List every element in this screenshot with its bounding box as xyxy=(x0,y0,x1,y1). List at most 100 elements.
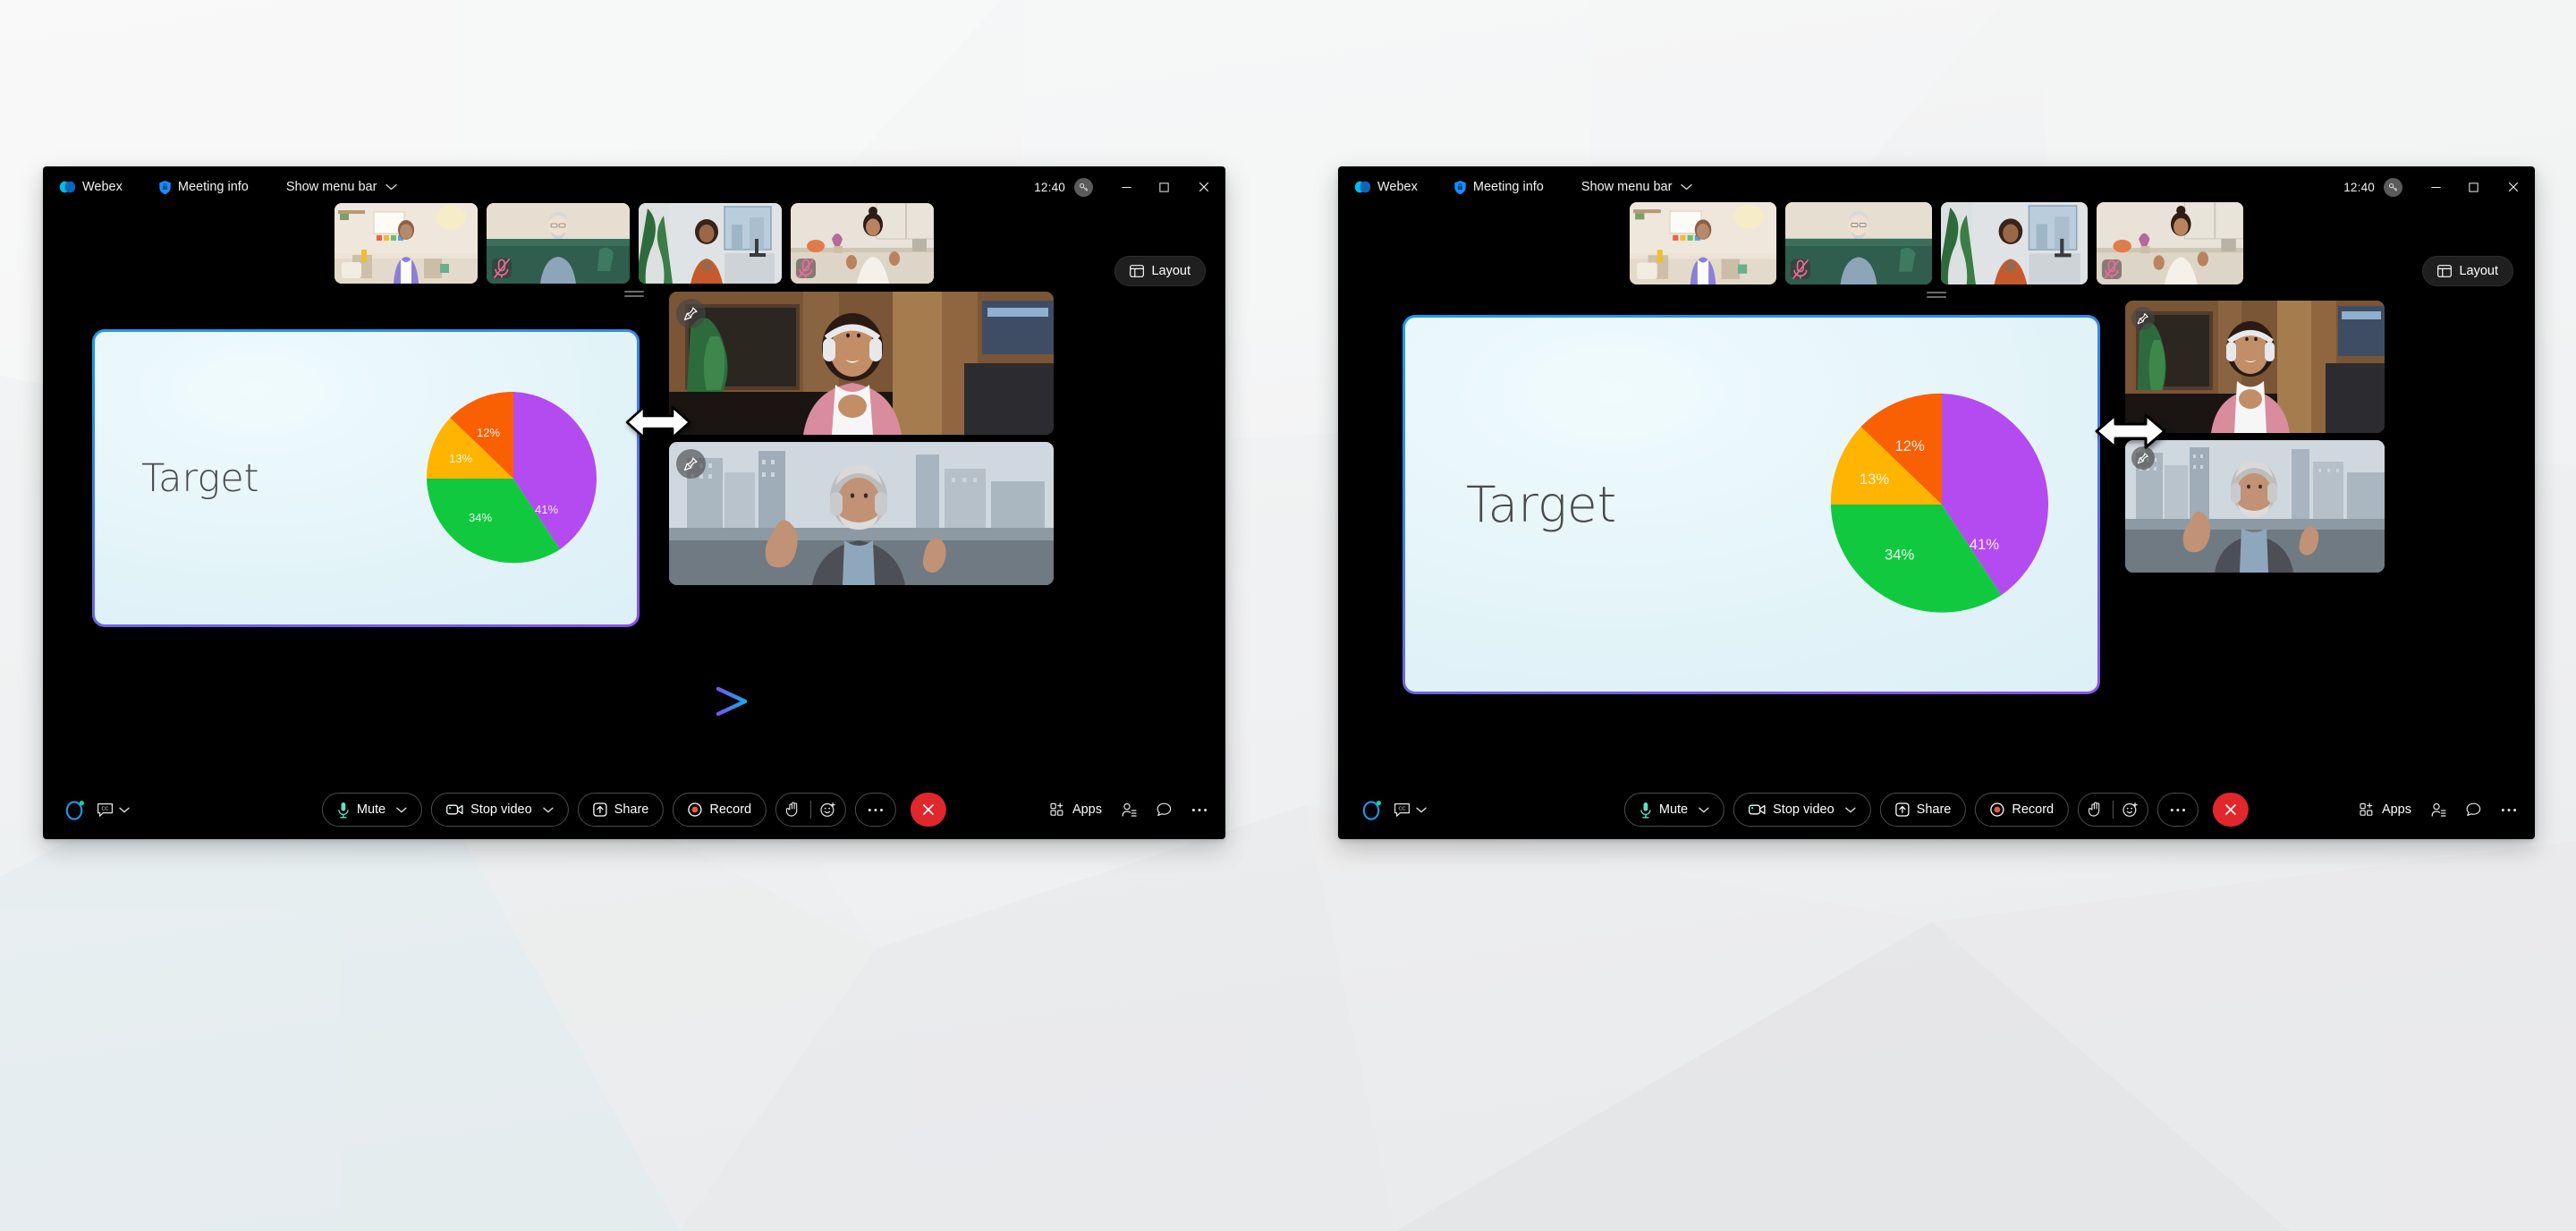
meeting-info-button[interactable]: Meeting info xyxy=(149,176,258,199)
video-tile-1[interactable] xyxy=(2125,301,2385,433)
record-button[interactable]: Record xyxy=(673,793,767,827)
camera-icon xyxy=(1749,804,1766,815)
chat-button[interactable] xyxy=(1157,802,1172,817)
chevron-down-icon[interactable] xyxy=(1699,807,1709,813)
share-button[interactable]: Share xyxy=(1879,793,1967,827)
minimize-button[interactable] xyxy=(1107,166,1145,208)
shared-slide[interactable]: Target 41% 34% 13% 12% xyxy=(1405,318,2097,692)
end-call-button[interactable] xyxy=(911,793,947,827)
more-horizontal-icon xyxy=(2501,808,2517,811)
thumbnail-participant-2[interactable] xyxy=(487,203,630,284)
thumbnail-participant-1[interactable] xyxy=(1630,202,1776,284)
thumbnail-participant-2[interactable] xyxy=(1785,202,1932,284)
apps-button[interactable]: Apps xyxy=(2360,802,2411,817)
more-button-right[interactable] xyxy=(1191,808,1208,812)
webex-window-right[interactable]: Webex Meeting info Show menu bar 12:40 L… xyxy=(1338,166,2535,839)
svg-text:34%: 34% xyxy=(469,511,492,524)
apps-label: Apps xyxy=(1072,802,1102,817)
apps-button[interactable]: Apps xyxy=(1050,802,1102,817)
show-menu-bar-button[interactable]: Show menu bar xyxy=(1572,176,1702,198)
thumbnail-participant-3[interactable] xyxy=(1941,202,2088,284)
share-button[interactable]: Share xyxy=(577,793,665,827)
webex-assistant-icon[interactable] xyxy=(64,798,86,821)
more-horizontal-icon xyxy=(1191,808,1208,811)
muted-mic-badge xyxy=(1791,259,1810,279)
video-tile-2[interactable] xyxy=(2125,440,2385,573)
chevron-down-icon[interactable] xyxy=(396,807,407,813)
record-label: Record xyxy=(2012,802,2055,817)
webex-logo-icon xyxy=(1354,181,1371,193)
stop-video-button[interactable]: Stop video xyxy=(431,793,569,827)
emoji-reactions-button[interactable] xyxy=(811,794,845,826)
layout-button[interactable]: Layout xyxy=(1114,256,1206,286)
close-icon xyxy=(2225,804,2236,815)
meeting-info-button[interactable]: Meeting info xyxy=(1445,176,1553,199)
chevron-down-icon xyxy=(1681,183,1693,191)
pin-icon[interactable] xyxy=(2131,307,2155,330)
chevron-down-icon xyxy=(386,183,398,191)
participants-button[interactable] xyxy=(2431,802,2446,818)
shared-slide[interactable]: Target 41% 34% 13% 12% xyxy=(95,332,637,624)
webex-window-left[interactable]: Webex Meeting info Show menu bar 12:40 L… xyxy=(43,166,1225,839)
close-button[interactable] xyxy=(1182,166,1225,208)
pin-glyph-icon xyxy=(2137,313,2148,325)
microphone-icon xyxy=(1640,802,1651,818)
reactions-group[interactable] xyxy=(2078,793,2149,827)
closed-captions-button[interactable]: CC xyxy=(1394,802,1427,818)
show-menu-bar-label: Show menu bar xyxy=(1580,180,1673,194)
participant-filmstrip[interactable] xyxy=(1338,202,2535,298)
emoji-reactions-button[interactable] xyxy=(2114,794,2148,826)
pie-chart-svg: 41% 34% 13% 12% xyxy=(426,391,597,563)
more-button-right[interactable] xyxy=(2501,808,2517,812)
pin-icon[interactable] xyxy=(676,299,706,328)
camera-icon xyxy=(446,804,463,815)
key-icon xyxy=(2388,183,2398,191)
pin-icon[interactable] xyxy=(2131,446,2155,470)
thumbnail-participant-3[interactable] xyxy=(639,203,782,284)
layout-button[interactable]: Layout xyxy=(2422,256,2513,286)
show-menu-bar-button[interactable]: Show menu bar xyxy=(277,176,407,198)
svg-text:CC: CC xyxy=(1398,806,1405,811)
mute-button[interactable]: Mute xyxy=(321,793,423,827)
mute-label: Mute xyxy=(1658,802,1689,817)
stop-video-button[interactable]: Stop video xyxy=(1733,793,1871,827)
participant-filmstrip[interactable] xyxy=(43,203,1225,297)
video-scene xyxy=(669,442,1054,585)
apps-label: Apps xyxy=(2381,802,2411,817)
chevron-down-icon[interactable] xyxy=(543,807,554,813)
record-icon xyxy=(688,802,703,817)
reactions-group[interactable] xyxy=(775,793,847,827)
microphone-icon xyxy=(338,802,349,818)
thumbnail-participant-1[interactable] xyxy=(335,203,478,284)
raise-hand-icon xyxy=(2089,802,2100,817)
video-tile-2[interactable] xyxy=(669,442,1054,585)
mic-muted-icon xyxy=(1792,259,1809,279)
key-badge-icon[interactable] xyxy=(2384,177,2402,197)
thumbnail-participant-4[interactable] xyxy=(791,203,934,284)
layout-icon xyxy=(2437,265,2453,277)
closed-captions-button[interactable]: CC xyxy=(97,802,130,818)
shared-slide-frame[interactable]: Target 41% 34% 13% 12% xyxy=(1402,315,2100,694)
record-button[interactable]: Record xyxy=(1975,793,2070,827)
raise-hand-button[interactable] xyxy=(2079,794,2113,826)
raise-hand-button[interactable] xyxy=(776,794,810,826)
muted-mic-badge xyxy=(492,259,512,278)
more-options-button[interactable] xyxy=(2157,793,2199,827)
close-icon xyxy=(1199,182,1209,192)
more-options-button[interactable] xyxy=(855,793,897,827)
pin-icon[interactable] xyxy=(676,449,706,479)
thumbnail-participant-4[interactable] xyxy=(2097,202,2243,284)
app-name-label: Webex xyxy=(1377,180,1418,194)
video-tile-1[interactable] xyxy=(669,292,1054,435)
chat-button[interactable] xyxy=(2466,802,2481,817)
shared-slide-frame[interactable]: Target 41% 34% 13% 12% xyxy=(92,329,640,627)
key-badge-icon[interactable] xyxy=(1074,177,1093,197)
maximize-button[interactable] xyxy=(1145,166,1182,208)
thumbnail-scene xyxy=(639,203,782,284)
participants-button[interactable] xyxy=(1122,802,1137,818)
mute-button[interactable]: Mute xyxy=(1623,793,1725,827)
pie-chart: 41% 34% 13% 12% xyxy=(424,389,603,568)
end-call-button[interactable] xyxy=(2213,793,2250,827)
chevron-down-icon[interactable] xyxy=(1845,807,1856,813)
webex-assistant-icon[interactable] xyxy=(1361,798,1383,821)
